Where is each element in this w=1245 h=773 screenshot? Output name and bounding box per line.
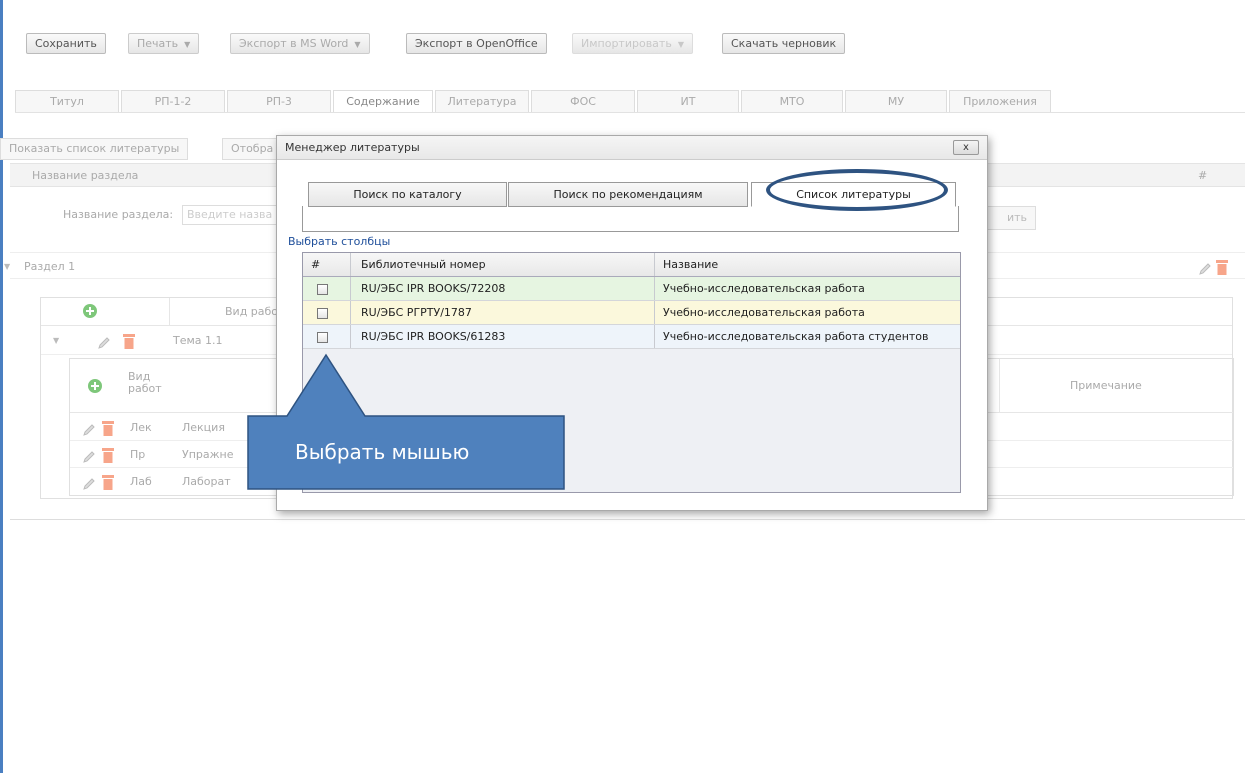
callout-shape [247,353,565,490]
callout-text: Выбрать мышью [295,440,470,464]
